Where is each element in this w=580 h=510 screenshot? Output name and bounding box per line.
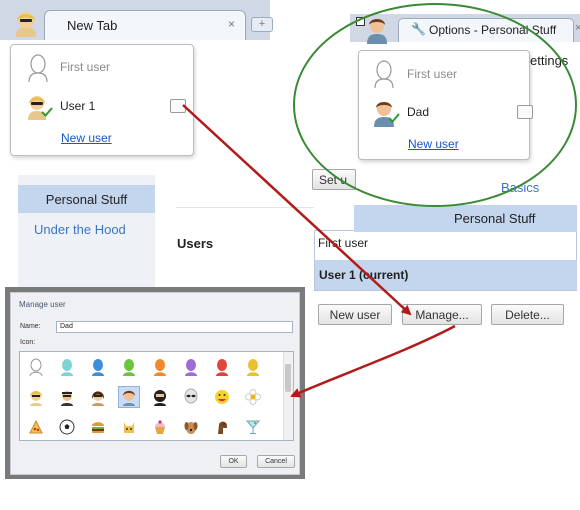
avatar-option-generic-blue-icon[interactable] <box>87 356 109 378</box>
users-list-item[interactable]: First user <box>318 236 368 250</box>
avatar-option-burger-icon[interactable] <box>87 416 109 438</box>
new-tab-button[interactable]: + <box>251 17 273 32</box>
avatar-option-generic-red-icon[interactable] <box>211 356 233 378</box>
avatar-option-pizza-icon[interactable] <box>25 416 47 438</box>
highlight-ellipse <box>293 3 577 207</box>
avatar-option-ninja-icon[interactable] <box>149 386 171 408</box>
tab-title: New Tab <box>67 18 118 33</box>
avatar-option-generic-purple-icon[interactable] <box>180 356 202 378</box>
tab-close-icon[interactable]: × <box>228 17 235 31</box>
avatar-option-generic-white-icon[interactable] <box>25 356 47 378</box>
profile-name: User 1 <box>60 99 96 113</box>
avatar-option-generic-teal-icon[interactable] <box>56 356 78 378</box>
avatar-option-smiley-icon[interactable] <box>211 386 233 408</box>
avatar-option-generic-green-icon[interactable] <box>118 356 140 378</box>
nav-personal-stuff[interactable]: Personal Stuff <box>18 185 155 213</box>
manage-user-dialog: Manage user Name: Dad Icon: OK Cancel <box>10 292 300 475</box>
name-field[interactable]: Dad <box>56 321 293 333</box>
users-list-item-label: User 1 (current) <box>319 268 409 282</box>
avatar-option-generic-orange-icon[interactable] <box>149 356 171 378</box>
ok-button[interactable]: OK <box>220 455 247 468</box>
tab-new-tab[interactable]: New Tab × <box>44 10 246 40</box>
check-icon <box>41 107 53 117</box>
avatar-option-horse-icon[interactable] <box>211 416 233 438</box>
avatar-option-cupcake-icon[interactable] <box>149 416 171 438</box>
nav-under-the-hood[interactable]: Under the Hood <box>34 222 126 237</box>
icon-picker[interactable] <box>19 351 294 441</box>
arrow-manage-to-dialog <box>290 324 456 398</box>
nav-label: Personal Stuff <box>454 211 536 226</box>
avatar-option-blonde-icon[interactable] <box>25 386 47 408</box>
avatar-option-agent-icon[interactable] <box>56 386 78 408</box>
profile-menu: First user User 1 New user <box>10 44 194 156</box>
users-list-item-selected[interactable]: User 1 (current) <box>315 260 577 290</box>
edit-profile-icon[interactable] <box>170 99 186 113</box>
dialog-title: Manage user <box>19 300 66 309</box>
blonde-avatar-icon <box>16 12 36 37</box>
avatar-option-soccer-ball-icon[interactable] <box>56 416 78 438</box>
delete-button[interactable]: Delete... <box>491 304 564 325</box>
avatar-option-flower-icon[interactable] <box>242 386 264 408</box>
icon-label: Icon: <box>20 339 36 346</box>
cancel-button[interactable]: Cancel <box>257 455 295 468</box>
blank-avatar-icon <box>28 54 48 83</box>
avatar-option-generic-yellow-icon[interactable] <box>242 356 264 378</box>
profile-name: First user <box>60 60 111 74</box>
profile-avatar-button[interactable] <box>10 7 42 39</box>
avatar-option-dad-icon[interactable] <box>118 386 140 408</box>
users-heading: Users <box>177 236 214 251</box>
profile-menu-item[interactable]: First user <box>11 50 193 84</box>
avatar-option-dog-icon[interactable] <box>180 416 202 438</box>
icon-picker-scrollbar[interactable] <box>283 352 293 440</box>
avatar-option-cat-icon[interactable] <box>118 416 140 438</box>
new-user-button[interactable]: New user <box>318 304 392 325</box>
avatar-option-martini-icon[interactable] <box>242 416 264 438</box>
manage-button[interactable]: Manage... <box>402 304 482 325</box>
avatar-option-alien-icon[interactable] <box>180 386 202 408</box>
profile-menu-item-current[interactable]: User 1 <box>11 89 193 123</box>
scrollbar-thumb[interactable] <box>285 364 291 392</box>
avatar-option-brunette-icon[interactable] <box>87 386 109 408</box>
name-label: Name: <box>20 323 41 330</box>
new-user-link[interactable]: New user <box>61 131 112 145</box>
